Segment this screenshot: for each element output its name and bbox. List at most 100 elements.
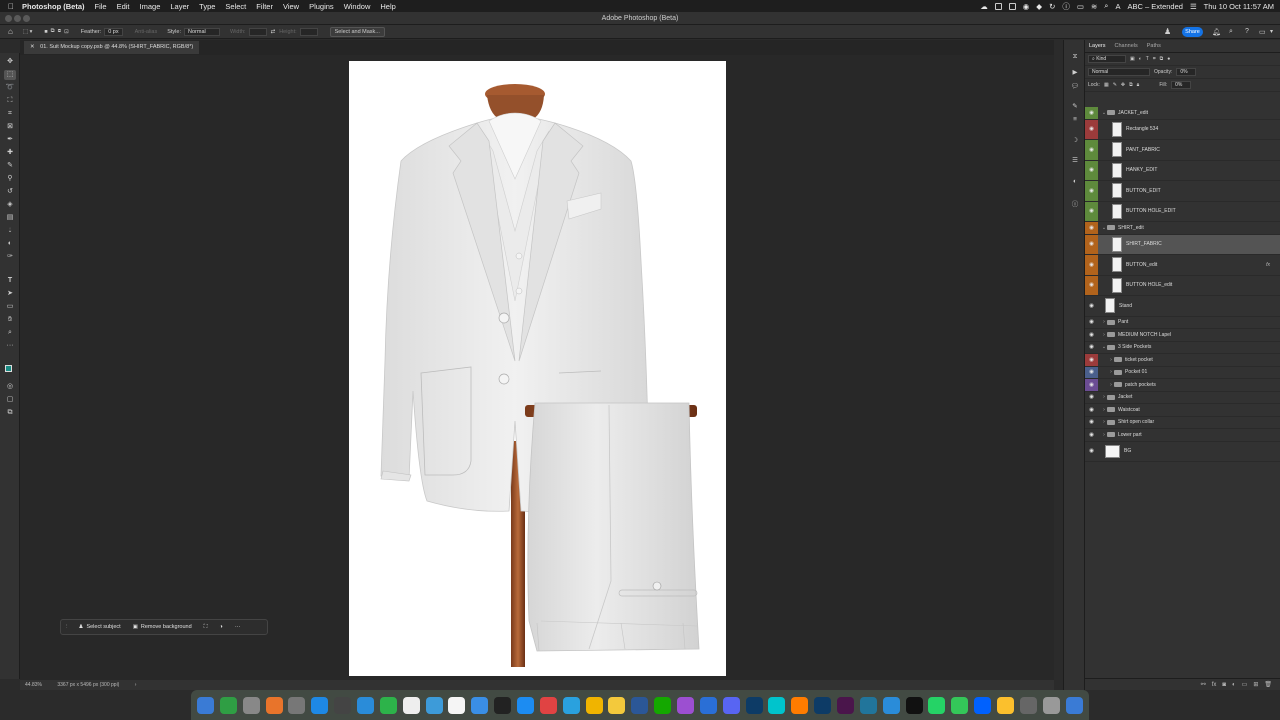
layer-row[interactable]: ◉ HANKY_EDIT	[1085, 160, 1280, 181]
new-adjustment-icon[interactable]: ◐	[1232, 682, 1236, 688]
menu-type[interactable]: Type	[199, 2, 215, 11]
dock-calculator-icon[interactable]	[356, 696, 374, 714]
dock-chrome-icon[interactable]	[562, 696, 580, 714]
workspace-icon[interactable]: ▭	[1259, 28, 1266, 36]
zoom-window-button[interactable]	[23, 15, 30, 22]
brushes-icon[interactable]: ≡	[1070, 116, 1080, 126]
gradient-tool-icon[interactable]: ▤	[4, 213, 16, 223]
layer-row[interactable]: ◉ PANT_FABRIC	[1085, 140, 1280, 161]
properties-icon[interactable]: ⓘ	[1070, 198, 1080, 208]
visibility-eye-icon[interactable]: ◉	[1085, 181, 1098, 201]
dock-trash-icon[interactable]	[1065, 696, 1083, 714]
document-canvas[interactable]	[349, 61, 726, 676]
select-subject-button[interactable]: ♟ Select subject	[73, 620, 127, 634]
dock-skype-icon[interactable]	[585, 696, 603, 714]
remove-background-button[interactable]: ▣ Remove background	[127, 620, 198, 634]
lock-transparent-icon[interactable]: ▦	[1104, 82, 1109, 88]
more-tools-icon[interactable]: ···	[4, 341, 16, 351]
eraser-tool-icon[interactable]: ◈	[4, 200, 16, 210]
dock-pages-icon[interactable]	[608, 696, 626, 714]
document-info[interactable]: 3367 px x 5496 px (300 ppi)	[57, 682, 119, 688]
comments-icon[interactable]: 💬︎	[1070, 82, 1080, 92]
layer-row[interactable]: ◉ › Pocket 01	[1085, 366, 1280, 379]
input-source-icon[interactable]: A	[1115, 2, 1120, 11]
width-input[interactable]	[248, 27, 267, 36]
layer-row[interactable]: ◉ › MEDIUM NOTCH Lapel	[1085, 329, 1280, 342]
visibility-eye-icon[interactable]: ◉	[1085, 329, 1098, 341]
layer-row[interactable]: ◉ › Waistcoat	[1085, 404, 1280, 417]
menu-extra-icon[interactable]	[994, 2, 1002, 10]
visibility-eye-icon[interactable]: ◉	[1085, 275, 1098, 295]
visibility-eye-icon[interactable]: ◉	[1085, 140, 1098, 160]
info-icon[interactable]: ⓘ	[1062, 1, 1070, 12]
tab-channels[interactable]: Channels	[1115, 43, 1138, 49]
chat-icon[interactable]: ◉	[1023, 2, 1030, 11]
layer-row[interactable]: ◉ Stand	[1085, 296, 1280, 317]
filter-toggle-icon[interactable]: ●	[1167, 56, 1170, 62]
dropbox-icon[interactable]: ◆	[1036, 2, 1042, 11]
layer-row[interactable]: ◉ ⌄ 3 Side Pockets	[1085, 342, 1280, 354]
battery-icon[interactable]: ▭	[1077, 2, 1084, 11]
history-brush-tool-icon[interactable]: ↺	[4, 187, 16, 197]
type-tool-icon[interactable]: T	[4, 276, 16, 286]
creative-cloud-icon[interactable]: ☁	[980, 2, 988, 11]
layer-row[interactable]: ◉ › patch pockets	[1085, 379, 1280, 392]
lasso-tool-icon[interactable]: ➰	[4, 83, 16, 93]
layer-row[interactable]: ◉ BUTTON_EDIT	[1085, 181, 1280, 202]
layer-style-icon[interactable]: fx	[1212, 682, 1217, 688]
lock-artboard-icon[interactable]: ⧉	[1129, 82, 1133, 88]
layer-row[interactable]: ◉ › Shirt open collar	[1085, 417, 1280, 429]
adjustments-icon[interactable]: ☰	[1070, 156, 1080, 166]
height-input[interactable]	[299, 27, 318, 36]
dock-safari2-icon[interactable]	[905, 696, 923, 714]
new-layer-icon[interactable]: ⊞	[1253, 681, 1258, 688]
foreground-color-swatch[interactable]	[5, 365, 12, 372]
notifications-icon[interactable]: 🔔︎	[1212, 28, 1221, 36]
dock-wordpress-icon[interactable]	[882, 696, 900, 714]
swap-icon[interactable]: ⇄	[271, 29, 276, 35]
fill-input[interactable]: 0%	[1171, 81, 1192, 89]
delete-layer-icon[interactable]: 🗑︎	[1264, 681, 1272, 688]
lock-pixels-icon[interactable]: ✎	[1113, 82, 1117, 88]
layer-row[interactable]: ◉ BUTTON_edit fx	[1085, 255, 1280, 276]
dock-notes-icon[interactable]	[631, 696, 649, 714]
close-window-button[interactable]	[5, 15, 12, 22]
dock-dropbox-icon[interactable]	[997, 696, 1014, 714]
healing-tool-icon[interactable]: ✚	[4, 148, 16, 158]
menu-help[interactable]: Help	[380, 2, 395, 11]
add-mask-icon[interactable]: ◙	[1222, 682, 1226, 688]
dock-word-icon[interactable]	[654, 696, 672, 714]
visibility-eye-icon[interactable]: ◉	[1085, 404, 1098, 416]
layer-row[interactable]: ◉ Rectangle 534	[1085, 119, 1280, 140]
apple-icon[interactable]: 	[0, 2, 22, 11]
search-icon[interactable]: ⌕	[1229, 28, 1233, 36]
visibility-eye-icon[interactable]: ◉	[1085, 234, 1098, 254]
visibility-eye-icon[interactable]: ◉	[1085, 417, 1098, 429]
clock[interactable]: Thu 10 Oct 11:57 AM	[1204, 2, 1274, 11]
dock-podcasts-icon[interactable]	[699, 696, 717, 714]
opacity-input[interactable]: 0%	[1176, 68, 1197, 76]
shape-tool-icon[interactable]: ▭	[4, 302, 16, 312]
drag-handle-icon[interactable]: ⋮	[61, 624, 73, 630]
visibility-eye-icon[interactable]: ◉	[1085, 317, 1098, 329]
select-and-mask-button[interactable]: Select and Mask...	[329, 26, 385, 37]
visibility-eye-icon[interactable]: ◉	[1085, 107, 1098, 119]
visibility-eye-icon[interactable]: ◉	[1085, 342, 1098, 354]
menu-image[interactable]: Image	[140, 2, 161, 11]
dock-canva-icon[interactable]	[791, 696, 809, 714]
brush-settings-icon[interactable]: ✎	[1070, 102, 1080, 112]
layer-row[interactable]: ◉ ⌄ JACKET_edit	[1085, 107, 1280, 120]
move-tool-icon[interactable]: ✥	[4, 57, 16, 67]
visibility-eye-icon[interactable]: ◉	[1085, 379, 1098, 391]
new-group-icon[interactable]: ▭	[1242, 681, 1248, 688]
visibility-eye-icon[interactable]: ◉	[1085, 442, 1098, 462]
lock-position-icon[interactable]: ✥	[1121, 82, 1125, 88]
menu-view[interactable]: View	[283, 2, 299, 11]
layer-fx-badge[interactable]: fx	[1266, 262, 1270, 268]
dock-notes2-icon[interactable]	[1019, 696, 1037, 714]
visibility-eye-icon[interactable]: ◉	[1085, 201, 1098, 221]
style-select[interactable]: Normal	[184, 27, 220, 36]
menu-select[interactable]: Select	[225, 2, 246, 11]
dock-reminders-icon[interactable]	[425, 696, 443, 714]
visibility-eye-icon[interactable]: ◉	[1085, 222, 1098, 234]
